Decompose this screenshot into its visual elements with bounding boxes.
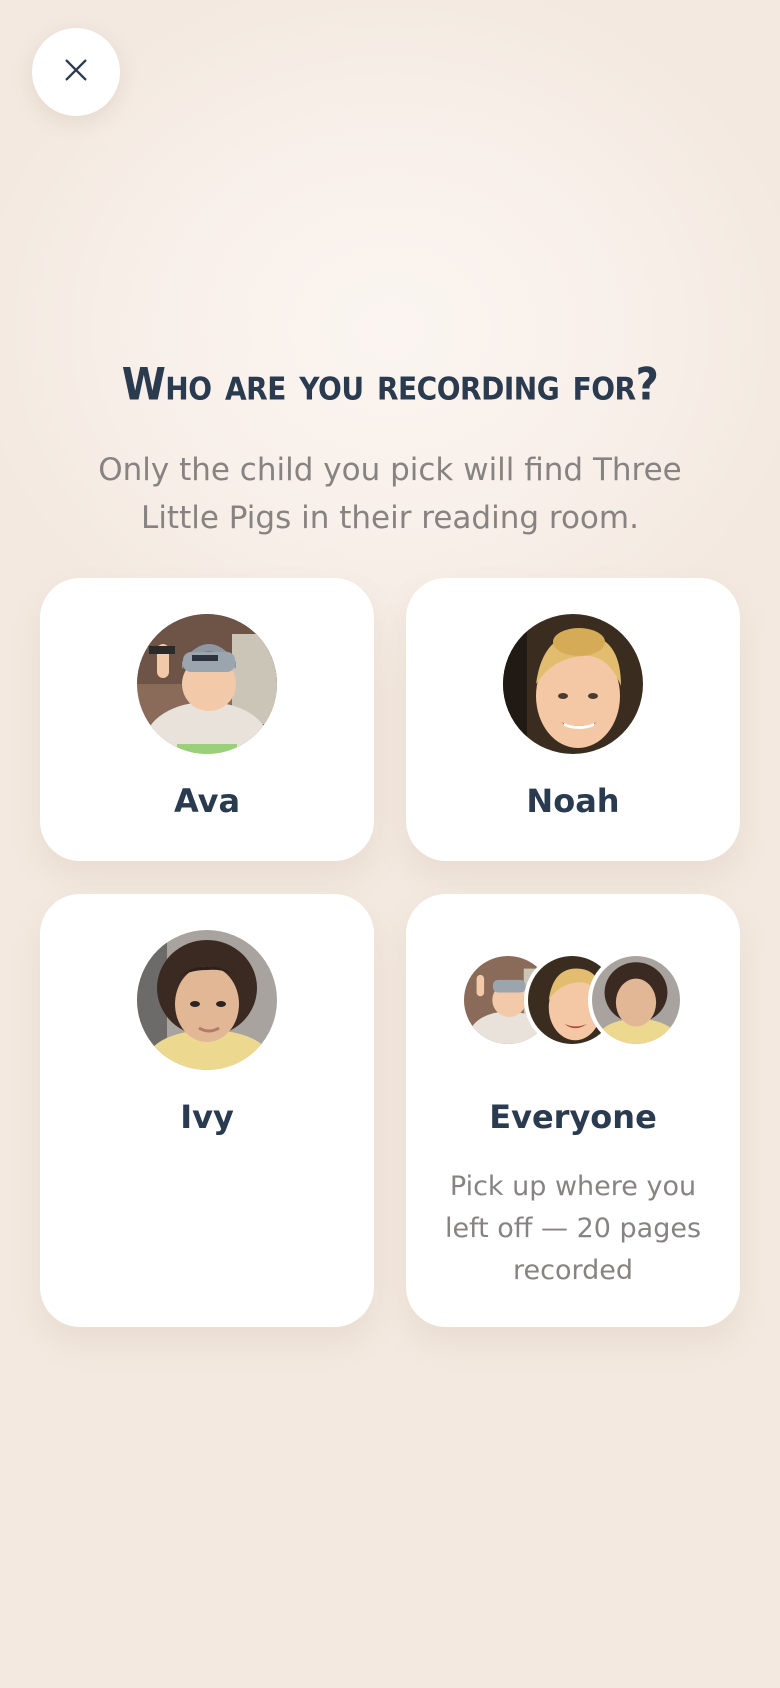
child-name: Ivy bbox=[180, 1098, 234, 1136]
progress-description: Pick up where you left off — 20 pages re… bbox=[444, 1171, 702, 1286]
close-icon bbox=[62, 56, 90, 88]
child-card-everyone[interactable]: Everyone Pick up where you left off — 20… bbox=[406, 894, 740, 1327]
group-avatars bbox=[460, 952, 686, 1048]
avatar bbox=[503, 614, 643, 754]
avatar bbox=[137, 614, 277, 754]
page-subtitle: Only the child you pick will find Three … bbox=[98, 452, 682, 536]
child-name: Noah bbox=[526, 782, 620, 820]
child-name: Everyone bbox=[489, 1098, 657, 1136]
child-card-ivy[interactable]: Ivy bbox=[40, 894, 374, 1327]
child-card-ava[interactable]: Ava bbox=[40, 578, 374, 861]
child-name: Ava bbox=[173, 782, 241, 820]
close-button[interactable] bbox=[32, 28, 120, 116]
avatar bbox=[137, 930, 277, 1070]
avatar bbox=[588, 952, 684, 1048]
page-title: Who are you recording for? bbox=[121, 359, 659, 411]
child-card-noah[interactable]: Noah bbox=[406, 578, 740, 861]
